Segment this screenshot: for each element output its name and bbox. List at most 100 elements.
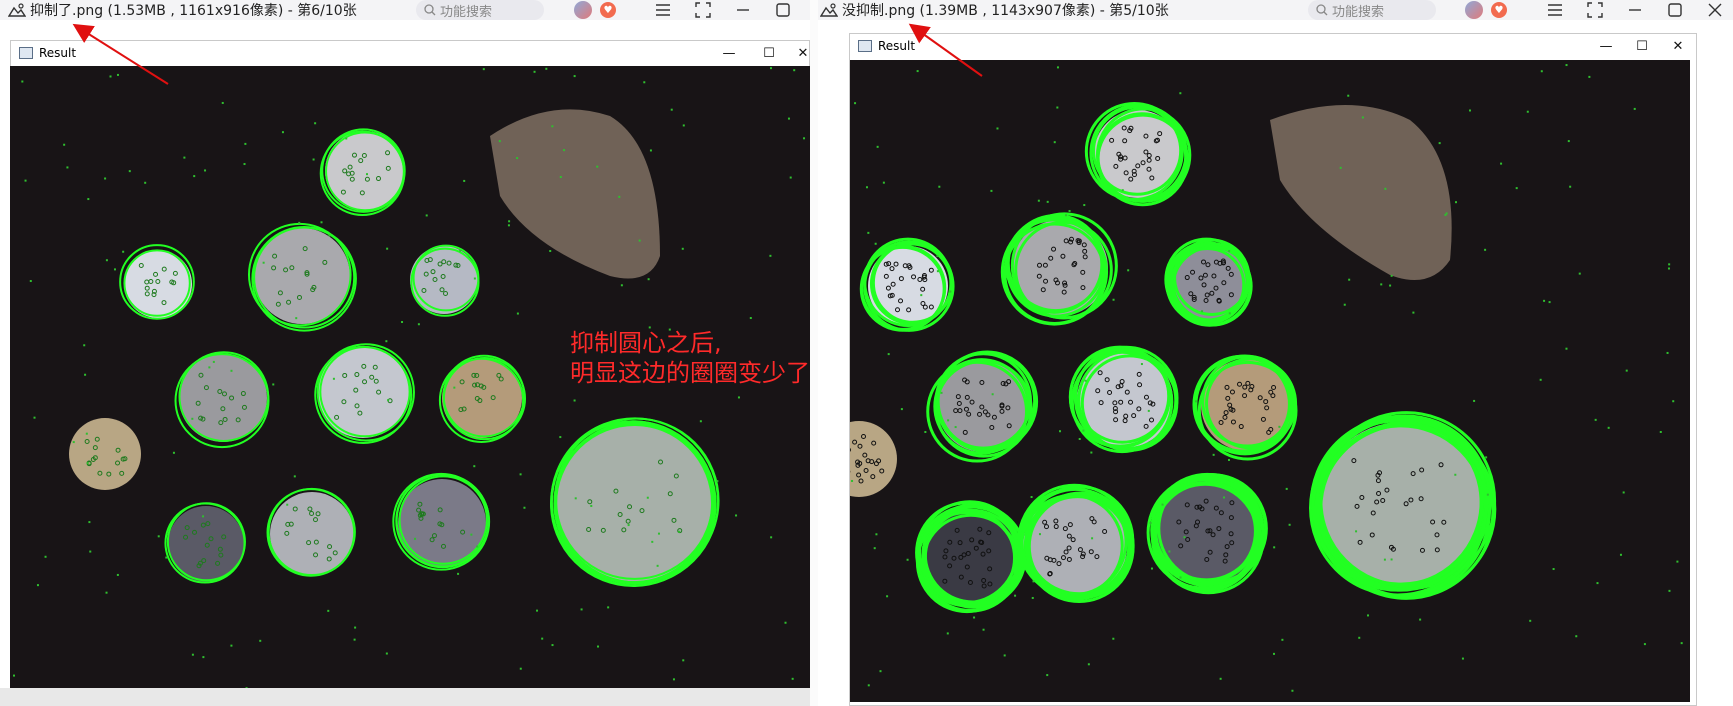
right-menu-button[interactable] bbox=[1546, 1, 1564, 19]
noise-speck bbox=[1090, 451, 1093, 454]
noise-speck bbox=[1633, 107, 1636, 110]
noise-speck bbox=[1285, 487, 1288, 490]
noise-speck bbox=[874, 242, 877, 245]
noise-speck bbox=[678, 530, 681, 533]
noise-speck bbox=[541, 637, 544, 640]
noise-speck bbox=[1031, 596, 1034, 599]
noise-speck bbox=[1367, 614, 1370, 617]
noise-speck bbox=[1643, 643, 1646, 646]
noise-speck bbox=[33, 416, 36, 419]
noise-speck bbox=[476, 545, 479, 548]
noise-speck bbox=[1594, 418, 1597, 421]
right-fullscreen-button[interactable] bbox=[1586, 1, 1604, 19]
noise-speck bbox=[737, 396, 740, 399]
noise-speck bbox=[1438, 142, 1441, 145]
noise-speck bbox=[1228, 250, 1231, 253]
left-maximize-button[interactable] bbox=[774, 1, 792, 19]
noise-speck bbox=[924, 430, 927, 433]
noise-speck bbox=[590, 504, 593, 507]
right-window-title: Result bbox=[878, 39, 916, 53]
badge-icon: ♥ bbox=[600, 2, 616, 18]
noise-speck bbox=[385, 652, 388, 655]
noise-speck bbox=[425, 214, 428, 217]
noise-speck bbox=[1383, 558, 1386, 561]
noise-speck bbox=[286, 503, 289, 506]
noise-speck bbox=[1347, 94, 1350, 97]
noise-speck bbox=[1578, 272, 1581, 275]
noise-speck bbox=[1014, 594, 1017, 597]
noise-speck bbox=[940, 391, 943, 394]
noise-speck bbox=[643, 81, 646, 84]
noise-speck bbox=[144, 181, 147, 184]
noise-speck bbox=[938, 185, 941, 188]
menu-icon bbox=[656, 4, 670, 16]
right-app-badge[interactable]: ♥ bbox=[1490, 1, 1508, 19]
left-search-input[interactable]: 功能搜索 bbox=[416, 0, 544, 20]
noise-speck bbox=[1380, 283, 1383, 286]
left-window-minimize[interactable]: — bbox=[711, 41, 747, 65]
right-minimize-button[interactable] bbox=[1626, 1, 1644, 19]
right-avatar[interactable] bbox=[1465, 1, 1483, 19]
noise-speck bbox=[1228, 312, 1231, 315]
noise-speck bbox=[886, 595, 889, 598]
noise-speck bbox=[1112, 298, 1115, 301]
annotation-line-2: 明显这边的圈圈变少了 bbox=[570, 359, 810, 387]
noise-speck bbox=[1149, 521, 1152, 524]
right-window-close[interactable]: ✕ bbox=[1660, 34, 1696, 58]
noise-speck bbox=[1112, 637, 1115, 640]
noise-speck bbox=[770, 536, 773, 539]
noise-speck bbox=[1588, 75, 1591, 78]
noise-speck bbox=[1668, 263, 1671, 266]
noise-speck bbox=[735, 514, 738, 517]
maximize-icon bbox=[1668, 3, 1682, 17]
left-minimize-button[interactable] bbox=[734, 1, 752, 19]
noise-speck bbox=[573, 75, 576, 78]
noise-speck bbox=[1384, 187, 1387, 190]
left-window-maximize[interactable]: ☐ bbox=[751, 41, 787, 65]
noise-speck bbox=[647, 278, 650, 281]
noise-speck bbox=[769, 254, 772, 257]
left-app-badge[interactable]: ♥ bbox=[599, 1, 617, 19]
noise-speck bbox=[1565, 347, 1568, 350]
noise-speck bbox=[1515, 187, 1518, 190]
noise-speck bbox=[1473, 399, 1476, 402]
noise-speck bbox=[803, 137, 806, 140]
noise-speck bbox=[84, 373, 87, 376]
left-window-close[interactable]: ✕ bbox=[785, 41, 821, 65]
noise-speck bbox=[1032, 580, 1035, 583]
image-icon bbox=[8, 3, 26, 17]
noise-speck bbox=[559, 436, 562, 439]
noise-speck bbox=[597, 645, 600, 648]
noise-speck bbox=[1278, 425, 1281, 428]
noise-speck bbox=[172, 451, 175, 454]
noise-speck bbox=[1003, 654, 1006, 657]
noise-speck bbox=[1540, 70, 1543, 73]
right-close-button[interactable] bbox=[1706, 1, 1724, 19]
noise-speck bbox=[991, 393, 994, 396]
noise-speck bbox=[1037, 199, 1040, 202]
noise-speck bbox=[946, 632, 949, 635]
noise-speck bbox=[1183, 536, 1186, 539]
noise-speck bbox=[29, 280, 32, 283]
right-maximize-button[interactable] bbox=[1666, 1, 1684, 19]
noise-speck bbox=[1288, 523, 1291, 526]
noise-speck bbox=[1569, 185, 1572, 188]
noise-speck bbox=[401, 321, 404, 324]
left-menu-button[interactable] bbox=[654, 1, 672, 19]
right-window-minimize[interactable]: — bbox=[1588, 34, 1624, 58]
left-fullscreen-button[interactable] bbox=[694, 1, 712, 19]
noise-speck bbox=[879, 670, 882, 673]
noise-speck bbox=[1291, 689, 1294, 692]
divider bbox=[810, 0, 818, 706]
right-window-maximize[interactable]: ☐ bbox=[1624, 34, 1660, 58]
noise-speck bbox=[244, 142, 247, 145]
annotation-line-1: 抑制圆心之后, bbox=[570, 329, 722, 357]
left-viewer-title: 抑制了.png (1.53MB , 1161x916像素) - 第6/10张 bbox=[8, 0, 357, 20]
noise-speck bbox=[1659, 430, 1662, 433]
noise-speck bbox=[1273, 546, 1276, 549]
left-avatar[interactable] bbox=[574, 1, 592, 19]
noise-speck bbox=[230, 644, 233, 647]
avatar bbox=[574, 1, 592, 19]
noise-speck bbox=[1030, 495, 1033, 498]
right-search-input[interactable]: 功能搜索 bbox=[1308, 0, 1436, 20]
